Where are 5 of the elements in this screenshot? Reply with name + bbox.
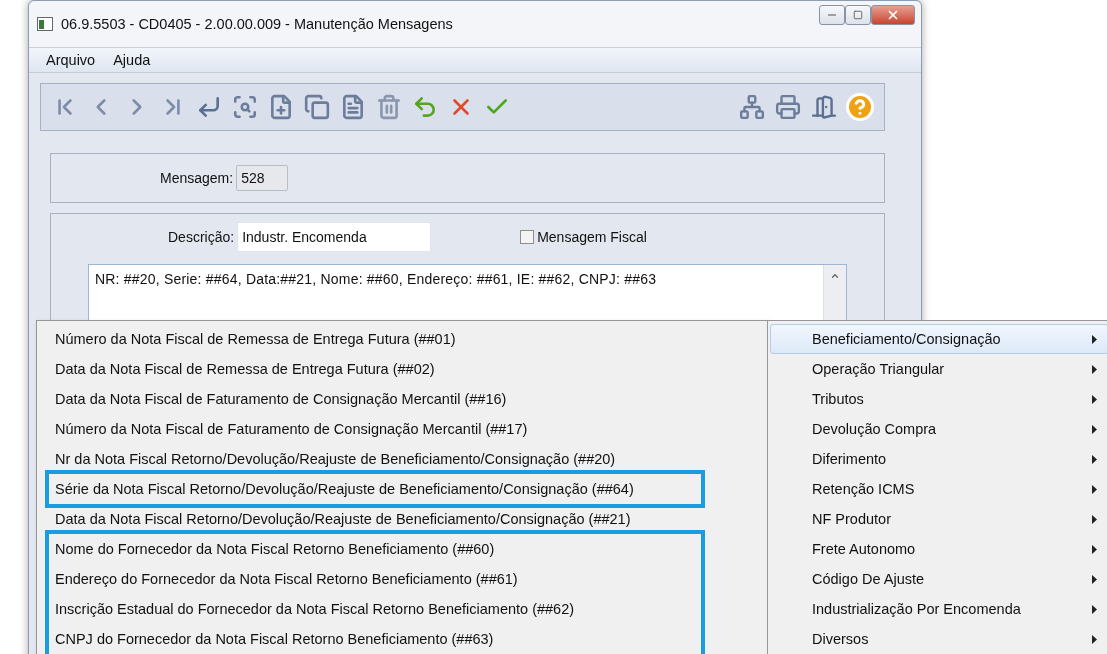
message-text: NR: ##20, Serie: ##64, Data:##21, Nome: ##60, Endereço: ##61, IE: ##62, CNPJ: ##63 bbox=[95, 271, 657, 287]
field-label: Descrição: bbox=[168, 229, 235, 245]
checkbox-label: Mensagem Fiscal bbox=[537, 229, 647, 245]
window-title: 06.9.5503 - CD0405 - 2.00.00.009 - Manutenção Mensagens bbox=[61, 16, 454, 32]
field-label: Mensagem: bbox=[160, 170, 234, 186]
